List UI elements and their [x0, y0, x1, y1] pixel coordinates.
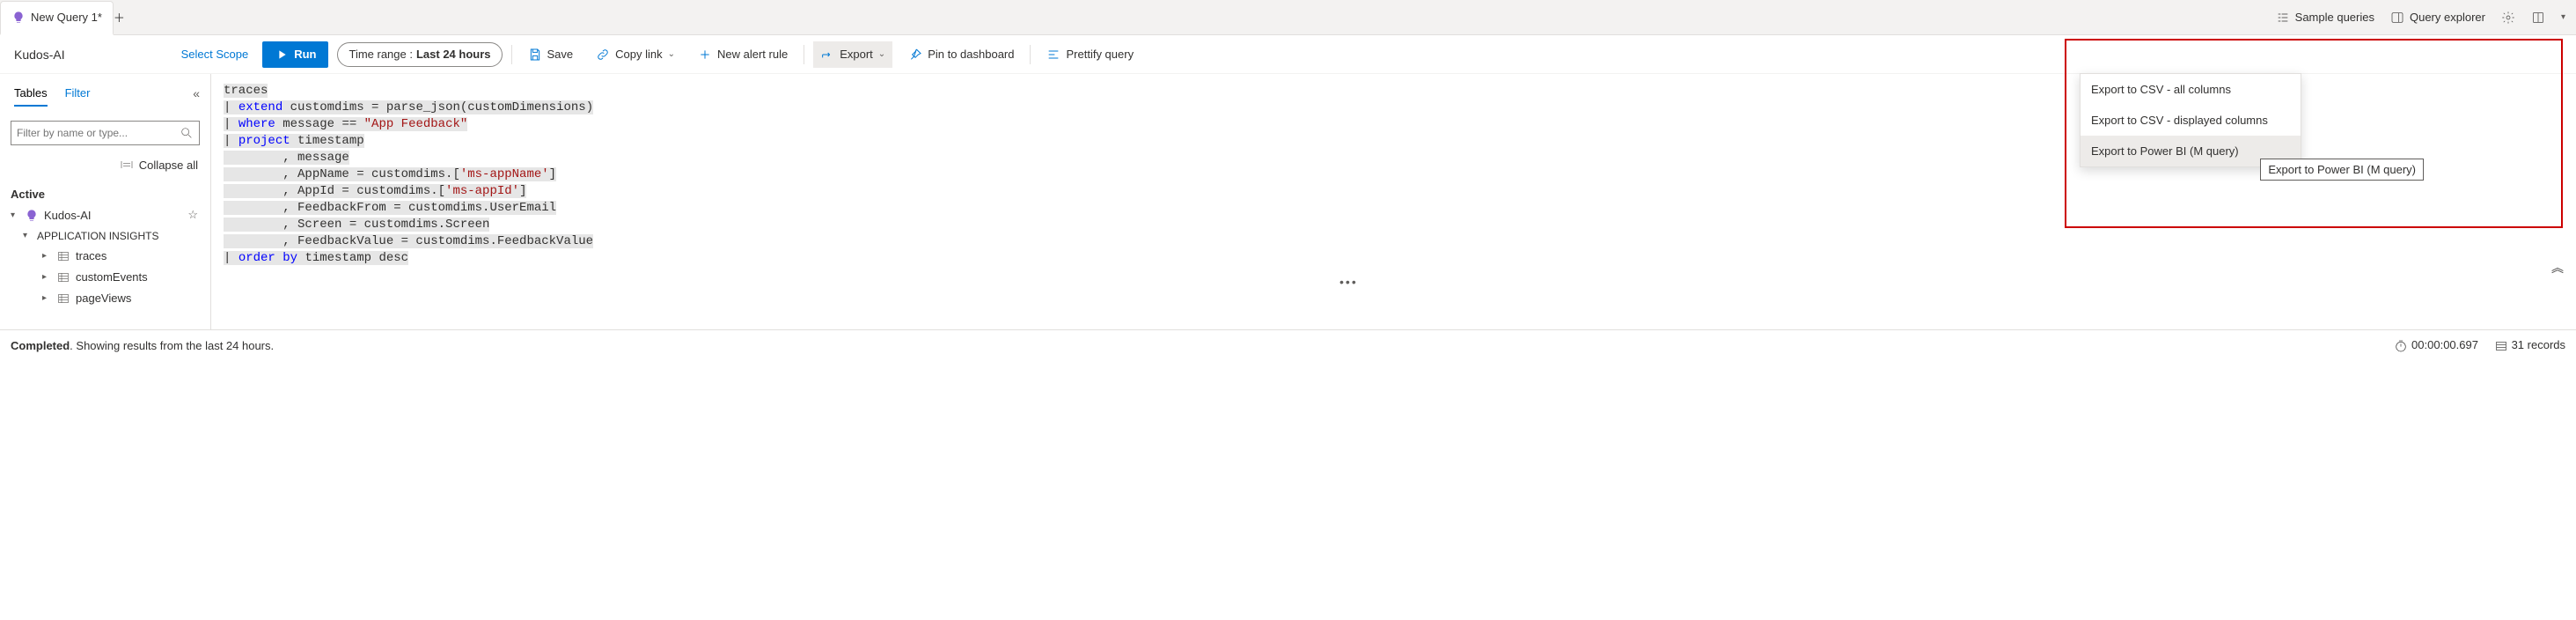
scope-name: Kudos-AI [9, 48, 70, 62]
chevron-down-icon[interactable]: ▾ [2561, 12, 2565, 22]
collapse-sidebar-button[interactable]: « [193, 86, 200, 100]
separator [1030, 45, 1031, 64]
new-alert-rule-button[interactable]: New alert rule [691, 41, 795, 68]
tree-item-label: pageViews [76, 292, 131, 305]
status-detail: . Showing results from the last 24 hours… [70, 339, 274, 352]
export-icon [820, 48, 834, 62]
export-button[interactable]: Export ⌄ [813, 41, 892, 68]
tab-filter[interactable]: Filter [65, 86, 91, 107]
pin-button[interactable]: Pin to dashboard [901, 41, 1021, 68]
favorite-star-icon[interactable]: ☆ [187, 208, 203, 222]
top-right-tools: Sample queries Query explorer ▾ [2276, 11, 2576, 25]
query-tab[interactable]: New Query 1* [0, 1, 114, 35]
run-button[interactable]: Run [262, 41, 328, 68]
tab-tables[interactable]: Tables [14, 86, 48, 107]
caret-down-icon: ▾ [23, 231, 32, 240]
export-csv-all[interactable]: Export to CSV - all columns [2081, 74, 2301, 105]
tooltip: Export to Power BI (M query) [2260, 159, 2424, 181]
tree-root[interactable]: ▾ Kudos-AI ☆ [11, 204, 203, 226]
copy-link-label: Copy link [615, 48, 662, 61]
tree-group[interactable]: ▾ APPLICATION INSIGHTS [11, 226, 203, 246]
status-records: 31 records [2494, 338, 2565, 353]
tab-bar: New Query 1* ＋ Sample queries Query expl… [0, 0, 2576, 35]
time-range-prefix: Time range : [349, 48, 413, 61]
tree-item-label: customEvents [76, 270, 148, 284]
tree: ▾ Kudos-AI ☆ ▾ APPLICATION INSIGHTS ▸ tr… [7, 204, 203, 309]
filter-input[interactable] [17, 127, 180, 139]
new-alert-label: New alert rule [717, 48, 788, 61]
tree-item-pageviews[interactable]: ▸ pageViews [11, 288, 203, 309]
sidebar: Tables Filter « Collapse all Active ▾ Ku… [0, 74, 211, 329]
caret-right-icon: ▸ [42, 293, 51, 303]
tree-item-traces[interactable]: ▸ traces [11, 246, 203, 267]
pin-icon [908, 48, 922, 62]
tree-item-customevents[interactable]: ▸ customEvents [11, 267, 203, 288]
bulb-icon [25, 208, 39, 223]
plus-icon [698, 48, 712, 62]
panel-icon [2390, 11, 2404, 25]
collapse-icon [120, 158, 134, 172]
export-csv-displayed[interactable]: Export to CSV - displayed columns [2081, 105, 2301, 136]
gear-icon [2501, 11, 2515, 25]
new-tab-button[interactable]: ＋ [114, 9, 125, 26]
chevron-down-icon: ⌄ [668, 49, 675, 59]
filter-box[interactable] [11, 121, 200, 145]
select-scope-button[interactable]: Select Scope [176, 48, 254, 61]
prettify-button[interactable]: Prettify query [1039, 41, 1141, 68]
query-explorer-label: Query explorer [2410, 11, 2485, 24]
search-icon[interactable] [180, 126, 194, 140]
copy-link-button[interactable]: Copy link ⌄ [589, 41, 682, 68]
time-range-button[interactable]: Time range : Last 24 hours [337, 42, 502, 67]
run-label: Run [294, 48, 316, 61]
collapse-all-button[interactable]: Collapse all [12, 158, 198, 172]
separator [511, 45, 512, 64]
caret-down-icon: ▾ [11, 210, 19, 220]
active-group-label: Active [11, 188, 200, 201]
prettify-label: Prettify query [1066, 48, 1134, 61]
pin-label: Pin to dashboard [928, 48, 1014, 61]
export-dropdown: Export to CSV - all columns Export to CS… [2080, 73, 2301, 167]
panel-toggle-button[interactable] [2531, 11, 2545, 25]
chevron-down-icon: ⌄ [878, 49, 885, 59]
list-icon [2276, 11, 2290, 25]
side-tabs: Tables Filter « [7, 78, 203, 112]
stopwatch-icon [2394, 339, 2408, 353]
caret-right-icon: ▸ [42, 251, 51, 261]
sample-queries-label: Sample queries [2295, 11, 2374, 24]
action-bar: Kudos-AI Select Scope Run Time range : L… [0, 35, 2576, 74]
collapse-all-label: Collapse all [139, 159, 198, 172]
tab-label: New Query 1* [31, 11, 102, 24]
prettify-icon [1046, 48, 1060, 62]
tree-root-label: Kudos-AI [44, 209, 91, 222]
sample-queries-button[interactable]: Sample queries [2276, 11, 2374, 25]
status-time-value: 00:00:00.697 [2411, 338, 2478, 351]
records-icon [2494, 339, 2508, 353]
table-icon [56, 292, 70, 306]
play-icon [275, 48, 289, 62]
tree-group-label: APPLICATION INSIGHTS [37, 230, 158, 242]
time-range-value: Last 24 hours [416, 48, 491, 61]
expand-up-button[interactable]: ︽ [2551, 259, 2564, 277]
link-icon [596, 48, 610, 62]
save-button[interactable]: Save [521, 41, 581, 68]
status-bar: Completed. Showing results from the last… [0, 329, 2576, 361]
table-icon [56, 270, 70, 284]
bulb-icon [11, 10, 26, 25]
save-icon [528, 48, 542, 62]
export-label: Export [840, 48, 873, 61]
status-time: 00:00:00.697 [2394, 338, 2478, 353]
query-explorer-button[interactable]: Query explorer [2390, 11, 2485, 25]
save-label: Save [547, 48, 574, 61]
book-icon [2531, 11, 2545, 25]
settings-button[interactable] [2501, 11, 2515, 25]
tree-item-label: traces [76, 249, 106, 262]
caret-right-icon: ▸ [42, 272, 51, 282]
drag-handle[interactable]: ••• [1339, 275, 1358, 289]
table-icon [56, 249, 70, 263]
status-completed: Completed [11, 339, 70, 352]
status-records-value: 31 records [2512, 338, 2565, 351]
